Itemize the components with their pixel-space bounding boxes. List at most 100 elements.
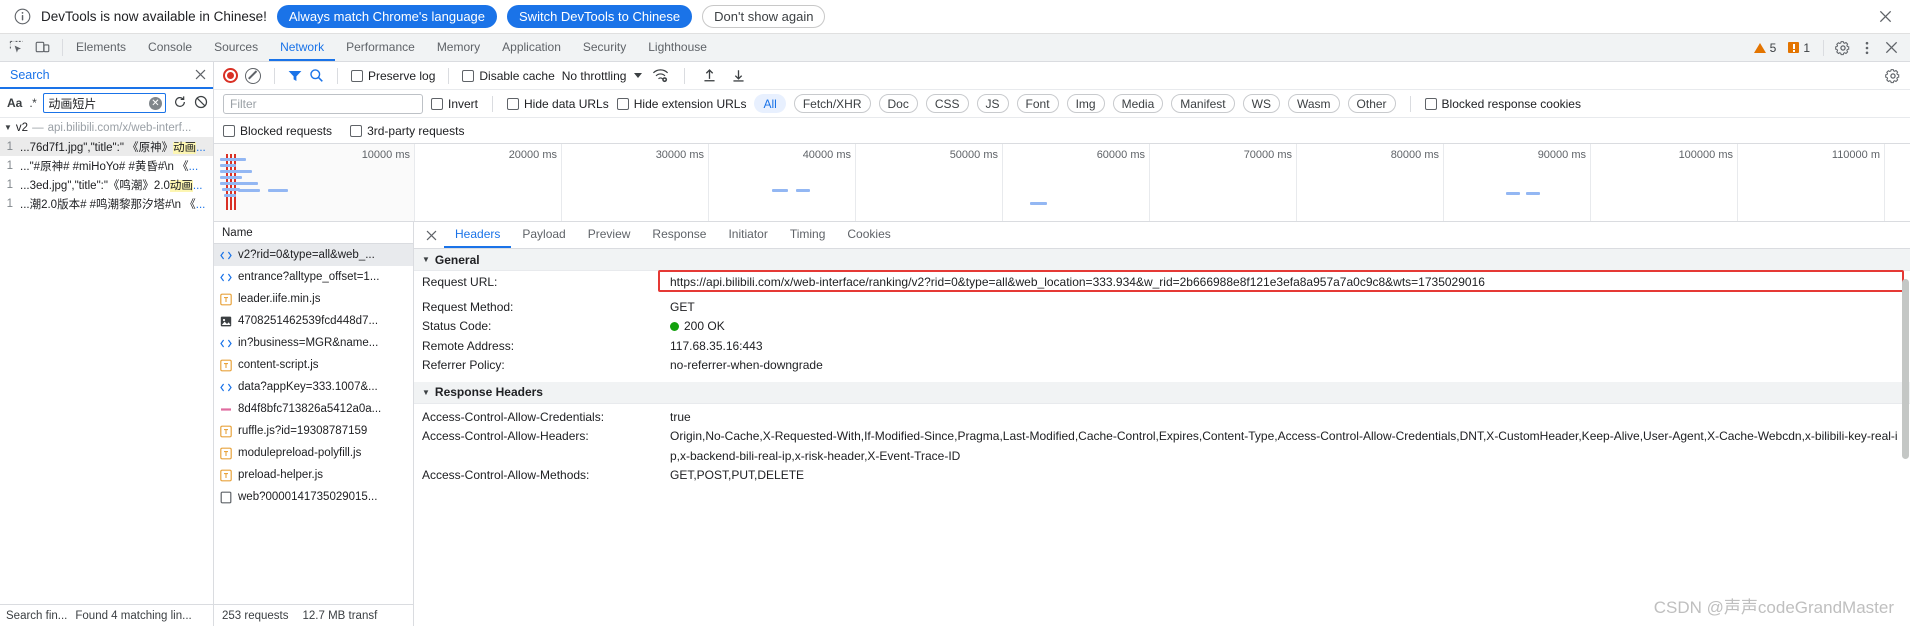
preserve-log-checkbox[interactable]: Preserve log — [351, 69, 435, 83]
more-vertical-icon[interactable] — [1856, 37, 1878, 59]
type-filter-ws[interactable]: WS — [1242, 94, 1280, 113]
warning-badge[interactable]: 5 — [1749, 41, 1782, 55]
general-section-header[interactable]: ▼ General — [414, 249, 1910, 271]
request-list: Name v2?rid=0&type=all&web_... entrance?… — [214, 222, 414, 626]
search-result-row[interactable]: 1 ...76d7f1.jpg","title":" 《原神》动画... — [0, 137, 213, 156]
tab-sources[interactable]: Sources — [203, 34, 269, 61]
js-icon — [220, 359, 232, 371]
refresh-icon[interactable] — [173, 95, 187, 112]
device-toolbar-icon[interactable] — [32, 38, 52, 58]
hide-extension-urls-checkbox[interactable]: Hide extension URLs — [616, 97, 746, 111]
invert-checkbox[interactable]: Invert — [431, 97, 478, 111]
search-result-row[interactable]: 1 ..."#原神# #miHoYo# #黄昏#\n 《... — [0, 156, 213, 175]
tab-security[interactable]: Security — [572, 34, 637, 61]
search-result-row[interactable]: 1 ...3ed.jpg","title":"《鸣潮》2.0动画... — [0, 175, 213, 194]
always-match-language-button[interactable]: Always match Chrome's language — [276, 5, 498, 28]
blocked-requests-checkbox[interactable]: Blocked requests — [223, 124, 332, 138]
search-input[interactable] — [48, 96, 145, 110]
search-pane-close-icon[interactable] — [194, 68, 207, 81]
third-party-requests-checkbox[interactable]: 3rd-party requests — [350, 124, 464, 138]
details-tab-response[interactable]: Response — [641, 222, 717, 248]
match-case-toggle[interactable]: Aa — [7, 96, 22, 110]
tabstrip-left-icons — [0, 34, 60, 61]
tab-elements[interactable]: Elements — [65, 34, 137, 61]
filter-funnel-icon[interactable] — [288, 70, 302, 82]
clear-network-icon[interactable] — [245, 67, 261, 84]
type-filter-media[interactable]: Media — [1112, 94, 1164, 113]
record-stop-icon[interactable] — [223, 68, 238, 83]
header-value: Origin,No-Cache,X-Requested-With,If-Modi… — [670, 429, 1898, 463]
disable-cache-checkbox[interactable]: Disable cache — [462, 69, 555, 83]
network-conditions-icon[interactable] — [649, 65, 671, 87]
type-filter-js[interactable]: JS — [976, 94, 1009, 113]
type-filter-css[interactable]: CSS — [925, 94, 969, 113]
infobar-close-icon[interactable] — [1874, 6, 1896, 28]
overview-gridline — [414, 144, 415, 221]
details-tab-timing[interactable]: Timing — [779, 222, 837, 248]
blocked-requests-label: Blocked requests — [240, 123, 333, 138]
details-tab-initiator[interactable]: Initiator — [717, 222, 778, 248]
tab-console[interactable]: Console — [137, 34, 203, 61]
table-row[interactable]: modulepreload-polyfill.js — [214, 442, 413, 464]
header-value: 200 OK — [670, 317, 1902, 337]
details-tab-headers[interactable]: Headers — [444, 222, 512, 248]
table-row[interactable]: in?business=MGR&name... — [214, 332, 413, 354]
details-tab-payload[interactable]: Payload — [511, 222, 576, 248]
header-value: no-referrer-when-downgrade — [670, 358, 823, 372]
table-row[interactable]: ruffle.js?id=19308787159 — [214, 420, 413, 442]
network-filter-input[interactable] — [223, 93, 423, 114]
type-filter-wasm[interactable]: Wasm — [1287, 94, 1340, 113]
request-list-header[interactable]: Name — [214, 222, 413, 244]
header-value: 117.68.35.16:443 — [670, 338, 763, 353]
hide-data-urls-checkbox[interactable]: Hide data URLs — [507, 97, 609, 111]
inspect-element-icon[interactable] — [6, 38, 26, 58]
type-filter-other[interactable]: Other — [1347, 94, 1396, 113]
type-filter-font[interactable]: Font — [1016, 94, 1059, 113]
tab-lighthouse[interactable]: Lighthouse — [637, 34, 718, 61]
details-scrollbar[interactable] — [1902, 279, 1909, 459]
details-close-icon[interactable] — [418, 222, 444, 248]
tabstrip-divider — [62, 39, 63, 56]
table-row[interactable]: web?0000141735029015... — [214, 486, 413, 508]
details-tab-cookies[interactable]: Cookies — [836, 222, 901, 248]
import-har-icon[interactable] — [698, 65, 720, 87]
search-result-group[interactable]: ▼ v2 — api.bilibili.com/x/web-interf... — [0, 118, 213, 137]
network-overview-timeline[interactable]: 10000 ms 20000 ms 30000 ms 40000 ms 5000… — [214, 144, 1910, 222]
search-icon[interactable] — [309, 68, 324, 83]
type-filter-img[interactable]: Img — [1066, 94, 1105, 113]
table-row[interactable]: leader.iife.min.js — [214, 288, 413, 310]
table-row[interactable]: preload-helper.js — [214, 464, 413, 486]
type-filter-all[interactable]: All — [754, 94, 786, 113]
response-headers-section-header[interactable]: ▼ Response Headers — [414, 381, 1910, 404]
switch-to-chinese-button[interactable]: Switch DevTools to Chinese — [507, 5, 693, 28]
tab-application[interactable]: Application — [491, 34, 572, 61]
table-row[interactable]: v2?rid=0&type=all&web_... — [214, 244, 413, 266]
table-row[interactable]: 8d4f8bfc713826a5412a0a... — [214, 398, 413, 420]
export-har-icon[interactable] — [727, 65, 749, 87]
error-badge[interactable]: 1 — [1783, 41, 1815, 55]
details-tab-preview[interactable]: Preview — [577, 222, 642, 248]
table-row[interactable]: content-script.js — [214, 354, 413, 376]
blocked-response-cookies-checkbox[interactable]: Blocked response cookies — [1424, 97, 1581, 111]
table-row[interactable]: 4708251462539fcd448d7... — [214, 310, 413, 332]
table-row[interactable]: entrance?alltype_offset=1... — [214, 266, 413, 288]
search-input-wrapper[interactable]: ✕ — [43, 93, 166, 113]
type-filter-fetch-xhr[interactable]: Fetch/XHR — [793, 94, 871, 113]
type-filter-manifest[interactable]: Manifest — [1171, 94, 1235, 113]
search-result-row[interactable]: 1 ...潮2.0版本# #鸣潮黎那汐塔#\n 《... — [0, 194, 213, 213]
tab-memory[interactable]: Memory — [426, 34, 491, 61]
overview-gridline — [1884, 144, 1885, 221]
type-filter-doc[interactable]: Doc — [878, 94, 918, 113]
clear-all-icon[interactable] — [194, 95, 208, 112]
throttling-dropdown[interactable]: No throttling — [562, 69, 643, 83]
dont-show-again-button[interactable]: Don't show again — [702, 5, 826, 28]
network-settings-gear-icon[interactable] — [1882, 65, 1904, 87]
network-lower-split: Name v2?rid=0&type=all&web_... entrance?… — [214, 222, 1910, 626]
regex-toggle[interactable]: .* — [29, 96, 37, 110]
tab-performance[interactable]: Performance — [335, 34, 426, 61]
devtools-close-icon[interactable] — [1880, 37, 1902, 59]
table-row[interactable]: data?appKey=333.1007&... — [214, 376, 413, 398]
tab-network[interactable]: Network — [269, 34, 336, 61]
gear-icon[interactable] — [1832, 37, 1854, 59]
clear-search-icon[interactable]: ✕ — [149, 97, 162, 110]
